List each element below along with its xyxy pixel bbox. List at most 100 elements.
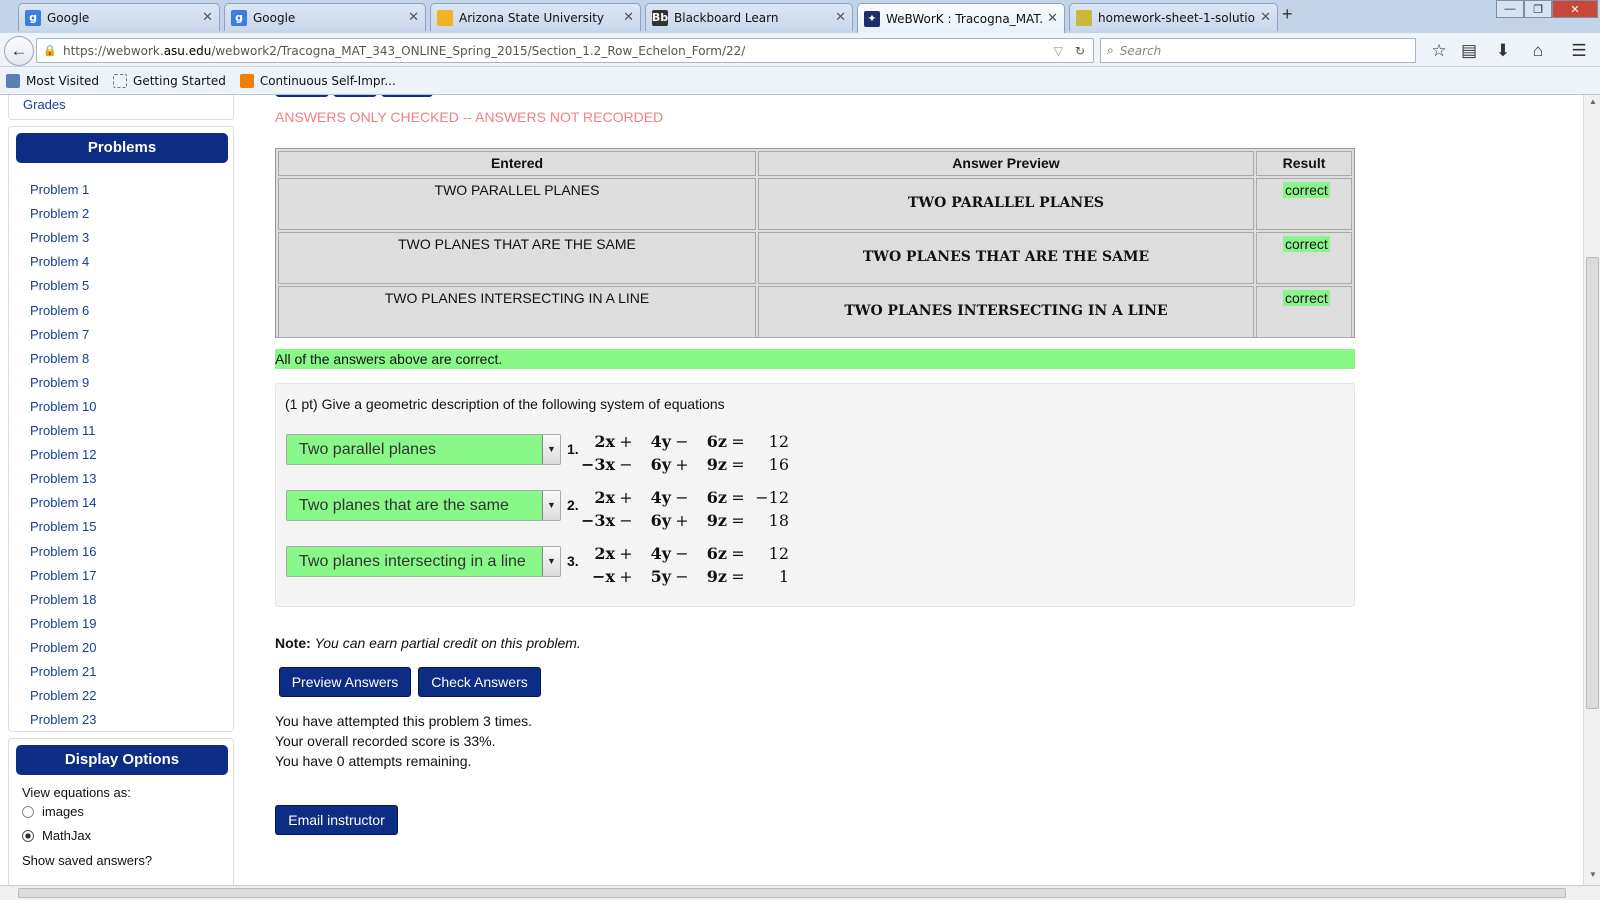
nav-button-partial[interactable]: [381, 95, 433, 97]
page-content: Grades Problems Problem 1 Problem 2 Proble…: [0, 95, 1583, 885]
menu-icon[interactable]: ☰: [1568, 41, 1590, 61]
chevron-down-icon[interactable]: ▼: [542, 435, 560, 464]
bookmark-self-improvement[interactable]: Continuous Self-Impr...: [239, 73, 396, 88]
email-instructor-button[interactable]: Email instructor: [275, 805, 398, 835]
sidebar-problem-link[interactable]: Problem 13: [30, 471, 96, 486]
sidebar-problem-link[interactable]: Problem 5: [30, 278, 89, 293]
navigation-toolbar: ← 🔒 https://webwork. asu.edu/webwork2/Tra…: [0, 33, 1600, 67]
bookmark-most-visited[interactable]: Most Visited: [6, 73, 99, 88]
tab-homework[interactable]: homework-sheet-1-solution ✕: [1069, 3, 1278, 31]
dropdown-arrow-icon[interactable]: ▽: [1054, 44, 1063, 58]
restore-icon[interactable]: ❐: [1524, 0, 1552, 18]
sidebar-problem-link[interactable]: Problem 18: [30, 592, 96, 607]
bookmark-getting-started[interactable]: Getting Started: [113, 73, 226, 88]
equation-term: 6z: [706, 488, 727, 507]
sidebar-problem-link[interactable]: Problem 9: [30, 375, 89, 390]
column-header-entered: Entered: [490, 155, 544, 171]
close-icon[interactable]: ✕: [623, 10, 634, 25]
radio-button-selected-icon[interactable]: [22, 829, 34, 842]
minimize-icon[interactable]: —: [1496, 0, 1524, 18]
nav-button-partial[interactable]: [275, 95, 329, 97]
sidebar-problem-link[interactable]: Problem 6: [30, 303, 89, 318]
window-close-icon[interactable]: ✕: [1552, 0, 1598, 18]
answer-dropdown[interactable]: Two parallel planes ▼: [286, 434, 561, 465]
equation-term: 4y: [650, 432, 671, 451]
sidebar-problem-link[interactable]: Problem 2: [30, 206, 89, 221]
nav-button-partial[interactable]: [333, 95, 377, 97]
radio-images[interactable]: images: [22, 804, 84, 819]
sidebar-problem-link[interactable]: Problem 21: [30, 664, 96, 679]
close-icon[interactable]: ✕: [202, 10, 213, 25]
new-tab-button[interactable]: +: [1282, 4, 1293, 25]
equation-number: 2.: [567, 497, 579, 513]
equation-term: 18: [768, 511, 789, 530]
search-input[interactable]: ⌕ Search: [1100, 38, 1416, 63]
sidebar-problem-link[interactable]: Problem 23: [30, 712, 96, 727]
score-text: Your overall recorded score is 33%.: [275, 733, 496, 749]
sidebar-problem-link[interactable]: Problem 11: [30, 423, 96, 438]
chevron-down-icon[interactable]: ▼: [542, 491, 560, 520]
tab-asu[interactable]: Arizona State University ✕: [430, 3, 641, 31]
preview-answers-button[interactable]: Preview Answers: [279, 667, 411, 697]
address-bar[interactable]: 🔒 https://webwork. asu.edu/webwork2/Traco…: [36, 38, 1094, 63]
sidebar-problem-link[interactable]: Problem 3: [30, 230, 89, 245]
sidebar-problem-link[interactable]: Problem 14: [30, 495, 96, 510]
asu-icon: [437, 9, 453, 26]
equation-row: −x +5y −9z = 1: [581, 567, 789, 586]
close-icon[interactable]: ✕: [408, 10, 419, 25]
close-icon[interactable]: ✕: [835, 10, 846, 25]
all-correct-banner: All of the answers above are correct.: [275, 349, 1355, 369]
equation-term: 1: [778, 567, 789, 586]
bookmark-star-icon[interactable]: ☆: [1428, 41, 1450, 61]
sidebar-problem-link[interactable]: Problem 7: [30, 327, 89, 342]
close-icon[interactable]: ✕: [1260, 10, 1271, 25]
scroll-up-icon[interactable]: ▲: [1589, 97, 1597, 106]
page-icon: [113, 73, 128, 88]
sidebar-problem-link[interactable]: Problem 16: [30, 544, 96, 559]
back-arrow-icon[interactable]: ←: [4, 36, 34, 66]
answer-dropdown[interactable]: Two planes that are the same ▼: [286, 490, 561, 521]
sidebar-problem-link[interactable]: Problem 10: [30, 399, 96, 414]
sidebar-problem-link[interactable]: Problem 20: [30, 640, 96, 655]
scroll-down-icon[interactable]: ▼: [1589, 870, 1597, 879]
chevron-down-icon[interactable]: ▼: [542, 547, 560, 576]
tab-google-1[interactable]: g Google ✕: [18, 3, 220, 31]
equation-term: −: [619, 511, 633, 530]
tab-google-2[interactable]: g Google ✕: [224, 3, 426, 31]
remaining-text: You have 0 attempts remaining.: [275, 753, 472, 769]
preview-value: TWO PLANES THAT ARE THE SAME: [862, 249, 1150, 265]
reload-icon[interactable]: ↻: [1075, 44, 1085, 58]
tab-webwork[interactable]: ✦ WeBWorK : Tracogna_MAT... ✕: [857, 3, 1065, 33]
equation-term: =: [731, 432, 745, 451]
grades-link[interactable]: Grades: [23, 97, 66, 112]
sidebar-problem-link[interactable]: Problem 4: [30, 254, 89, 269]
download-icon[interactable]: ⬇: [1492, 41, 1514, 61]
sidebar-problem-link[interactable]: Problem 17: [30, 568, 96, 583]
result-badge: correct: [1283, 182, 1330, 198]
tab-label: Blackboard Learn: [674, 10, 779, 25]
radio-button-icon[interactable]: [22, 805, 34, 818]
sidebar-problem-link[interactable]: Problem 8: [30, 351, 89, 366]
tab-blackboard[interactable]: Bb Blackboard Learn ✕: [645, 3, 853, 31]
sidebar-problem-link[interactable]: Problem 22: [30, 688, 96, 703]
webwork-icon: ✦: [864, 10, 880, 27]
scrollbar-thumb[interactable]: [18, 888, 1566, 898]
scrollbar-thumb[interactable]: [1586, 257, 1599, 709]
radio-mathjax[interactable]: MathJax: [22, 828, 91, 843]
horizontal-scrollbar[interactable]: [0, 885, 1600, 900]
answer-dropdown[interactable]: Two planes intersecting in a line ▼: [286, 546, 561, 577]
results-table: Entered Answer Preview Result TWO PARALL…: [275, 148, 1355, 338]
radio-label: MathJax: [42, 828, 92, 843]
home-icon[interactable]: ⌂: [1527, 41, 1549, 61]
document-icon: [1076, 9, 1092, 26]
sidebar-problem-link[interactable]: Problem 1: [30, 182, 89, 197]
check-answers-button[interactable]: Check Answers: [418, 667, 541, 697]
sidebar-problem-link[interactable]: Problem 19: [30, 616, 96, 631]
table-cell-entered: TWO PARALLEL PLANES: [278, 178, 756, 230]
equation-term: −: [619, 455, 633, 474]
vertical-scrollbar[interactable]: ▲ ▼: [1583, 95, 1600, 885]
reading-list-icon[interactable]: ▤: [1458, 41, 1480, 61]
sidebar-problem-link[interactable]: Problem 12: [30, 447, 96, 462]
close-icon[interactable]: ✕: [1047, 11, 1058, 26]
sidebar-problem-link[interactable]: Problem 15: [30, 519, 96, 534]
